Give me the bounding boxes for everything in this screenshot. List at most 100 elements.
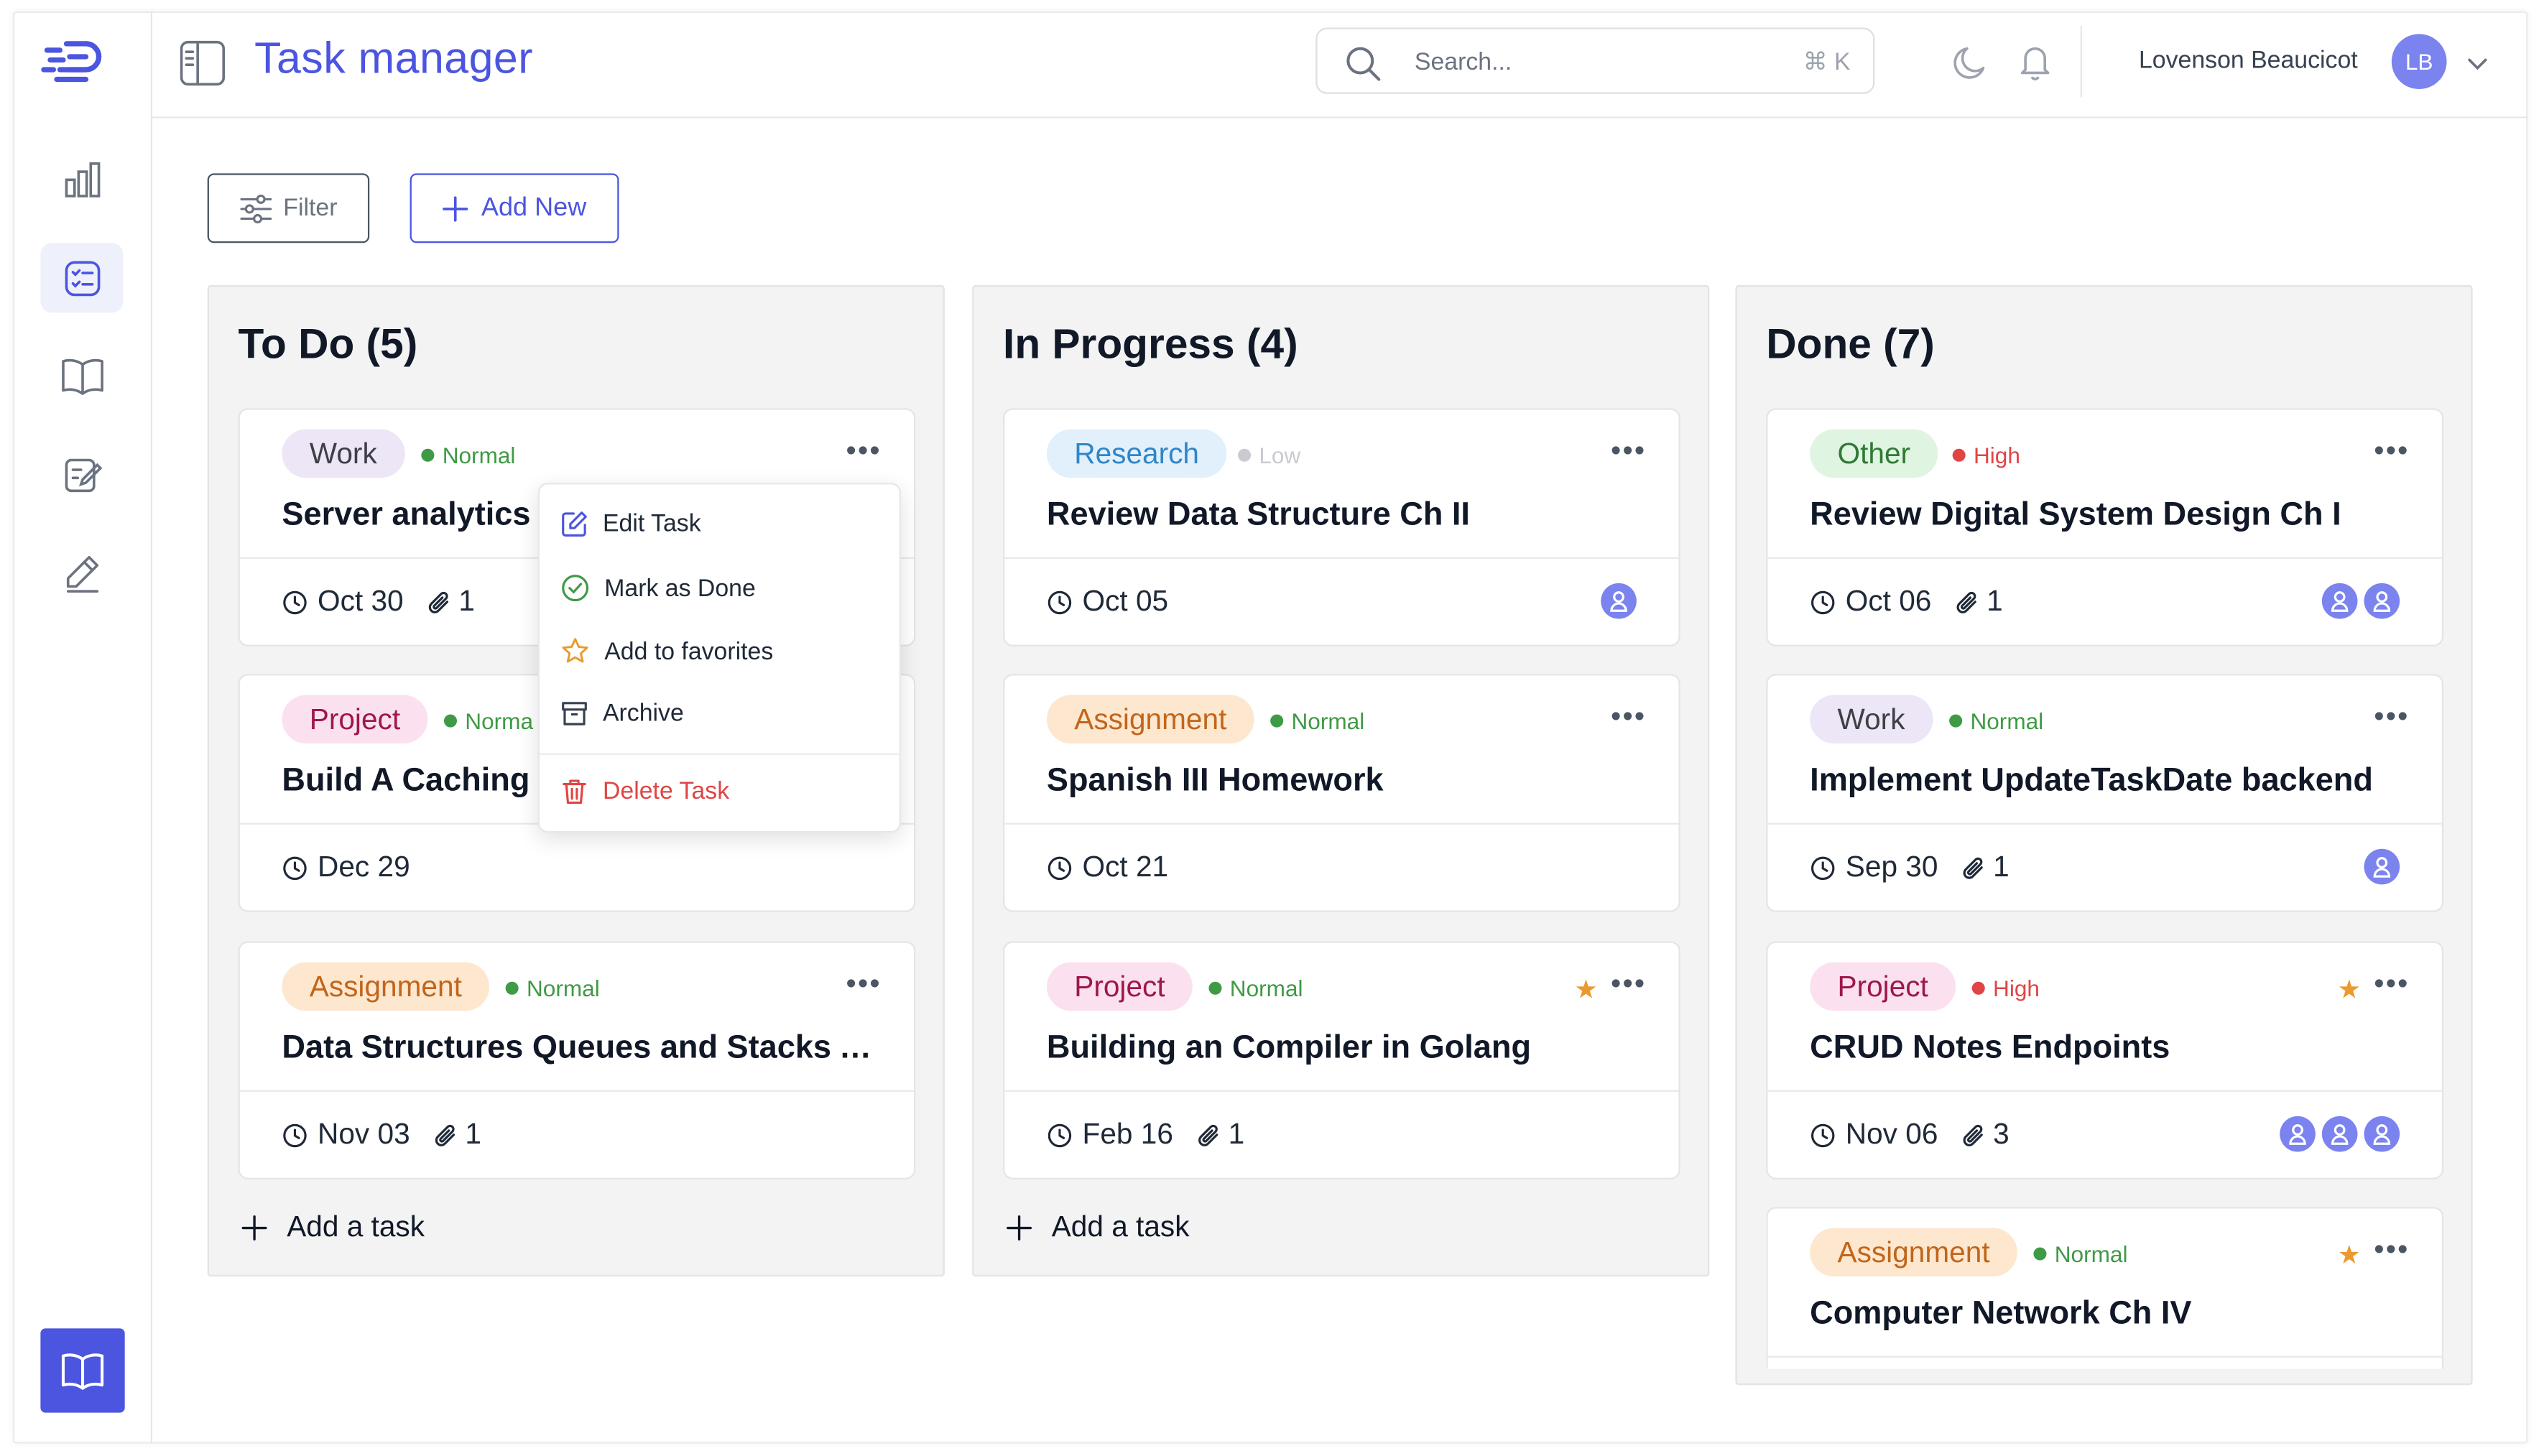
- task-card[interactable]: Project High ★ ••• CRUD Notes Endpoints Nov 0…: [1766, 941, 2443, 1179]
- dark-mode-toggle-icon[interactable]: [1951, 44, 1989, 91]
- task-title: Spanish III Homework: [1046, 763, 1384, 799]
- menu-item-archive[interactable]: Archive: [560, 700, 684, 728]
- favorite-star-icon[interactable]: ★: [2338, 973, 2361, 1006]
- filter-button[interactable]: Filter: [207, 173, 370, 244]
- category-tag[interactable]: Work: [282, 429, 405, 478]
- task-card[interactable]: Assignment Normal ★ ••• Computer Network Ch …: [1766, 1207, 2443, 1369]
- assignee-avatar[interactable]: [2321, 1116, 2358, 1152]
- paperclip-icon: [1198, 1123, 1218, 1146]
- category-tag[interactable]: Project: [282, 695, 428, 744]
- due-date: Nov 03: [318, 1118, 410, 1151]
- task-title: Data Structures Queues and Stacks A...: [282, 1030, 882, 1066]
- priority-dot: [421, 448, 435, 462]
- sidebar-bottom-button[interactable]: [40, 1328, 125, 1413]
- plus-icon: [241, 1214, 267, 1240]
- clock-icon: [1810, 1123, 1835, 1147]
- task-card[interactable]: Assignment Normal ••• Data Structures Queue…: [238, 941, 916, 1179]
- assignee-avatar[interactable]: [2280, 1116, 2316, 1152]
- card-header: Other High ••• Review Digital System Design…: [1767, 410, 2442, 560]
- clock-icon: [283, 590, 307, 614]
- category-tag[interactable]: Project: [1046, 962, 1193, 1011]
- assignee-avatar[interactable]: [2364, 1116, 2400, 1152]
- sidebar-item-notes[interactable]: [40, 439, 123, 509]
- menu-item-edit-task[interactable]: Edit Task: [560, 510, 701, 538]
- assignee-avatar[interactable]: [2364, 848, 2400, 885]
- filter-sliders-icon: [240, 193, 272, 223]
- due-date: Sep 30: [1845, 850, 1938, 884]
- assignee-avatar[interactable]: [2364, 583, 2400, 619]
- priority-badge: Normal: [421, 442, 515, 468]
- category-tag[interactable]: Work: [1810, 695, 1933, 744]
- more-options-icon[interactable]: •••: [2374, 702, 2409, 731]
- menu-divider: [540, 753, 899, 755]
- sidebar-item-library[interactable]: [40, 340, 123, 410]
- task-title: Review Data Structure Ch II: [1046, 497, 1470, 533]
- clock-icon: [1810, 855, 1835, 879]
- search-input[interactable]: Search... ⌘ K: [1315, 27, 1875, 94]
- task-title: Review Digital System Design Ch I: [1810, 497, 2341, 533]
- more-options-icon[interactable]: •••: [2374, 1235, 2409, 1264]
- menu-item-add-to-favorites[interactable]: Add to favorites: [560, 636, 773, 666]
- sidebar: [13, 11, 152, 1444]
- add-task-button[interactable]: Add a task: [1007, 1210, 1190, 1244]
- more-options-icon[interactable]: •••: [2374, 436, 2409, 465]
- user-icon: [1610, 591, 1627, 612]
- attachments: 1: [1954, 585, 2003, 618]
- favorite-star-icon[interactable]: ★: [1574, 973, 1597, 1006]
- assignee-avatar[interactable]: [1601, 583, 1637, 619]
- card-header: Assignment Normal ★ ••• Computer Network Ch …: [1767, 1208, 2442, 1358]
- task-card[interactable]: Assignment Normal ••• Spanish III Homework O…: [1003, 674, 1680, 912]
- favorite-star-icon[interactable]: ★: [2338, 1239, 2361, 1271]
- priority-label: Low: [1259, 442, 1301, 468]
- due-date: Feb 16: [1082, 1118, 1173, 1151]
- attachments: 1: [1961, 850, 2010, 884]
- priority-label: Normal: [2054, 1241, 2128, 1267]
- task-title: CRUD Notes Endpoints: [1810, 1030, 2170, 1066]
- priority-dot: [1949, 714, 1963, 728]
- bar-chart-icon: [64, 161, 100, 197]
- more-options-icon[interactable]: •••: [2374, 969, 2409, 998]
- user-name[interactable]: Lovenson Beaucicot: [2139, 47, 2358, 74]
- more-options-icon[interactable]: •••: [1611, 969, 1646, 998]
- task-card[interactable]: Research Low ••• Review Data Structure Ch I…: [1003, 408, 1680, 646]
- category-tag[interactable]: Other: [1810, 429, 1938, 478]
- card-meta: Oct 05: [1047, 585, 1168, 618]
- menu-item-mark-as-done[interactable]: Mark as Done: [560, 573, 756, 603]
- sidebar-item-write[interactable]: [40, 537, 123, 606]
- task-card[interactable]: Work Normal ••• Implement UpdateTaskDate ba…: [1766, 674, 2443, 912]
- user-icon: [2331, 1124, 2349, 1145]
- task-card[interactable]: Project Normal ★ ••• Building an Compiler in…: [1003, 941, 1680, 1179]
- menu-item-label: Archive: [602, 700, 684, 728]
- category-tag[interactable]: Assignment: [282, 962, 490, 1011]
- plus-icon: [1007, 1214, 1032, 1240]
- sidebar-toggle-icon[interactable]: [178, 39, 227, 96]
- more-options-icon[interactable]: •••: [846, 969, 881, 998]
- chevron-down-icon[interactable]: [2466, 52, 2489, 81]
- task-list-icon: [64, 260, 100, 296]
- notification-bell-icon[interactable]: [2016, 42, 2055, 89]
- assignee-avatar[interactable]: [2321, 583, 2358, 619]
- add-new-button[interactable]: Add New: [410, 173, 619, 244]
- priority-badge: Low: [1238, 442, 1300, 468]
- card-header: Work Normal ••• Implement UpdateTaskDate ba…: [1767, 675, 2442, 825]
- category-tag[interactable]: Assignment: [1810, 1228, 2017, 1277]
- attachment-count: 1: [1228, 1118, 1245, 1151]
- avatar[interactable]: LB: [2391, 34, 2447, 90]
- task-card[interactable]: Other High ••• Review Digital System Design…: [1766, 408, 2443, 646]
- more-options-icon[interactable]: •••: [1611, 702, 1646, 731]
- category-tag[interactable]: Research: [1046, 429, 1227, 478]
- priority-label: Normal: [1970, 708, 2044, 734]
- sidebar-item-tasks[interactable]: [40, 243, 124, 313]
- category-tag[interactable]: Assignment: [1046, 695, 1254, 744]
- sidebar-item-analytics[interactable]: [40, 144, 123, 214]
- more-options-icon[interactable]: •••: [1611, 436, 1646, 465]
- add-task-button[interactable]: Add a task: [241, 1210, 425, 1244]
- more-options-icon[interactable]: •••: [846, 436, 881, 465]
- attachment-count: 1: [465, 1118, 481, 1151]
- logo-icon[interactable]: [40, 34, 105, 89]
- app-window: Task manager Search... ⌘ K Lovenson Beau…: [0, 0, 2539, 1456]
- priority-label: Normal: [1291, 708, 1365, 734]
- top-bar: Task manager Search... ⌘ K Lovenson Beau…: [152, 11, 2528, 119]
- category-tag[interactable]: Project: [1810, 962, 1956, 1011]
- menu-item-delete-task[interactable]: Delete Task: [560, 778, 729, 805]
